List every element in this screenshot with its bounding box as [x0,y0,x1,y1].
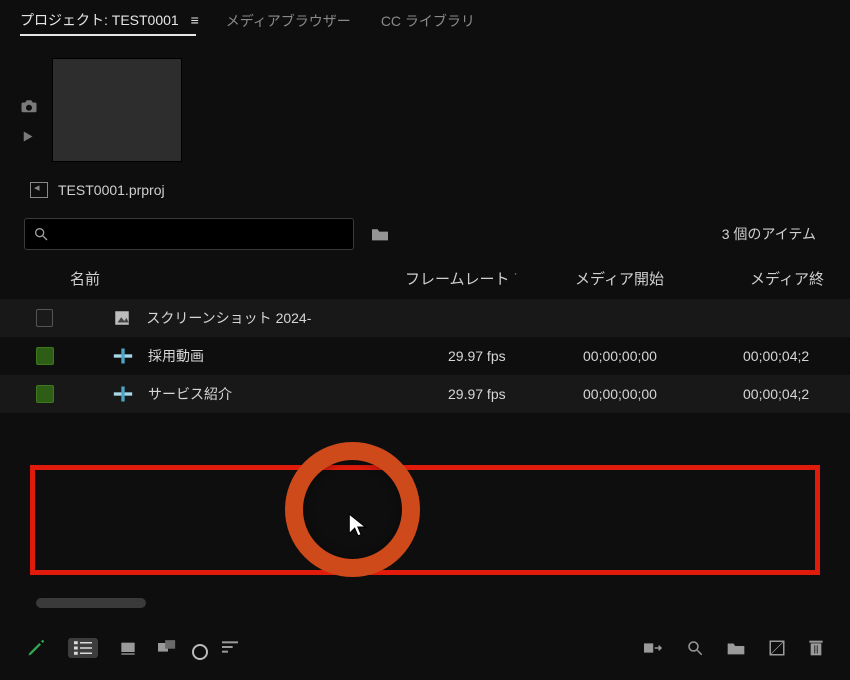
panel-menu-icon[interactable]: ≡ [191,12,196,28]
table-row[interactable]: サービス紹介 29.97 fps 00;00;00;00 00;00;04;2 [0,375,850,413]
label-chip[interactable] [36,385,54,403]
item-end: 00;00;04;2 [743,386,833,402]
item-name: 採用動画 [148,346,448,366]
trash-icon[interactable] [808,639,824,657]
annotation-highlight-box [30,465,820,575]
tab-media-browser[interactable]: メディアブラウザー [226,11,351,35]
project-items: スクリーンショット 2024- 採用動画 29.97 fps 00;00;00;… [0,299,850,413]
table-header: 名前 フレームレート ˙ メディア開始 メディア終 [0,262,850,299]
col-header-framerate[interactable]: フレームレート ˙ [405,268,575,289]
automate-to-sequence-icon[interactable] [644,640,664,656]
item-start: 00;00;00;00 [583,348,743,364]
col-header-media-end[interactable]: メディア終 [750,268,840,289]
new-bin-icon[interactable] [726,641,746,656]
preview-area [0,40,850,168]
search-field[interactable] [55,227,345,242]
list-view-icon[interactable] [68,638,98,658]
tab-project-label: プロジェクト: TEST0001 [20,12,179,28]
search-icon [33,226,49,242]
new-item-icon[interactable] [768,639,786,657]
play-icon[interactable] [20,129,38,144]
cursor-icon [348,513,370,539]
project-file-icon [30,182,48,198]
table-row[interactable]: スクリーンショット 2024- [0,299,850,337]
project-file-name: TEST0001.prproj [58,182,165,198]
sort-icon[interactable] [222,641,238,655]
item-name: スクリーンショット 2024- [146,308,433,328]
item-name: サービス紹介 [148,384,448,404]
sequence-item-icon [112,386,134,402]
search-row: 3 個のアイテム [0,208,850,262]
project-file-row: TEST0001.prproj [0,168,850,208]
item-count: 3 個のアイテム [722,224,826,244]
image-item-icon [111,309,132,327]
freeform-view-icon[interactable] [158,640,178,656]
col-header-media-start[interactable]: メディア開始 [575,268,750,289]
item-fps: 29.97 fps [448,348,583,364]
search-input[interactable] [24,218,354,250]
camera-icon[interactable] [20,98,38,113]
tab-project[interactable]: プロジェクト: TEST0001 ≡ [20,10,196,36]
horizontal-scrollbar[interactable] [36,598,146,608]
icon-view-icon[interactable] [120,641,136,655]
col-header-name[interactable]: 名前 [70,268,405,289]
item-start: 00;00;00;00 [583,386,743,402]
find-icon[interactable] [686,639,704,657]
item-fps: 29.97 fps [448,386,583,402]
sequence-item-icon [112,348,134,364]
label-chip[interactable] [36,347,54,365]
panel-tabs: プロジェクト: TEST0001 ≡ メディアブラウザー CC ライブラリ [0,0,850,40]
item-end: 00;00;04;2 [743,348,833,364]
pencil-icon[interactable] [26,638,46,658]
annotation-highlight-ring [285,442,420,577]
label-chip[interactable] [36,309,53,327]
table-row[interactable]: 採用動画 29.97 fps 00;00;00;00 00;00;04;2 [0,337,850,375]
project-thumbnail[interactable] [52,58,182,162]
new-search-bin-icon[interactable] [370,226,390,242]
tab-cc-libraries[interactable]: CC ライブラリ [381,11,475,35]
footer-toolbar [0,638,850,658]
